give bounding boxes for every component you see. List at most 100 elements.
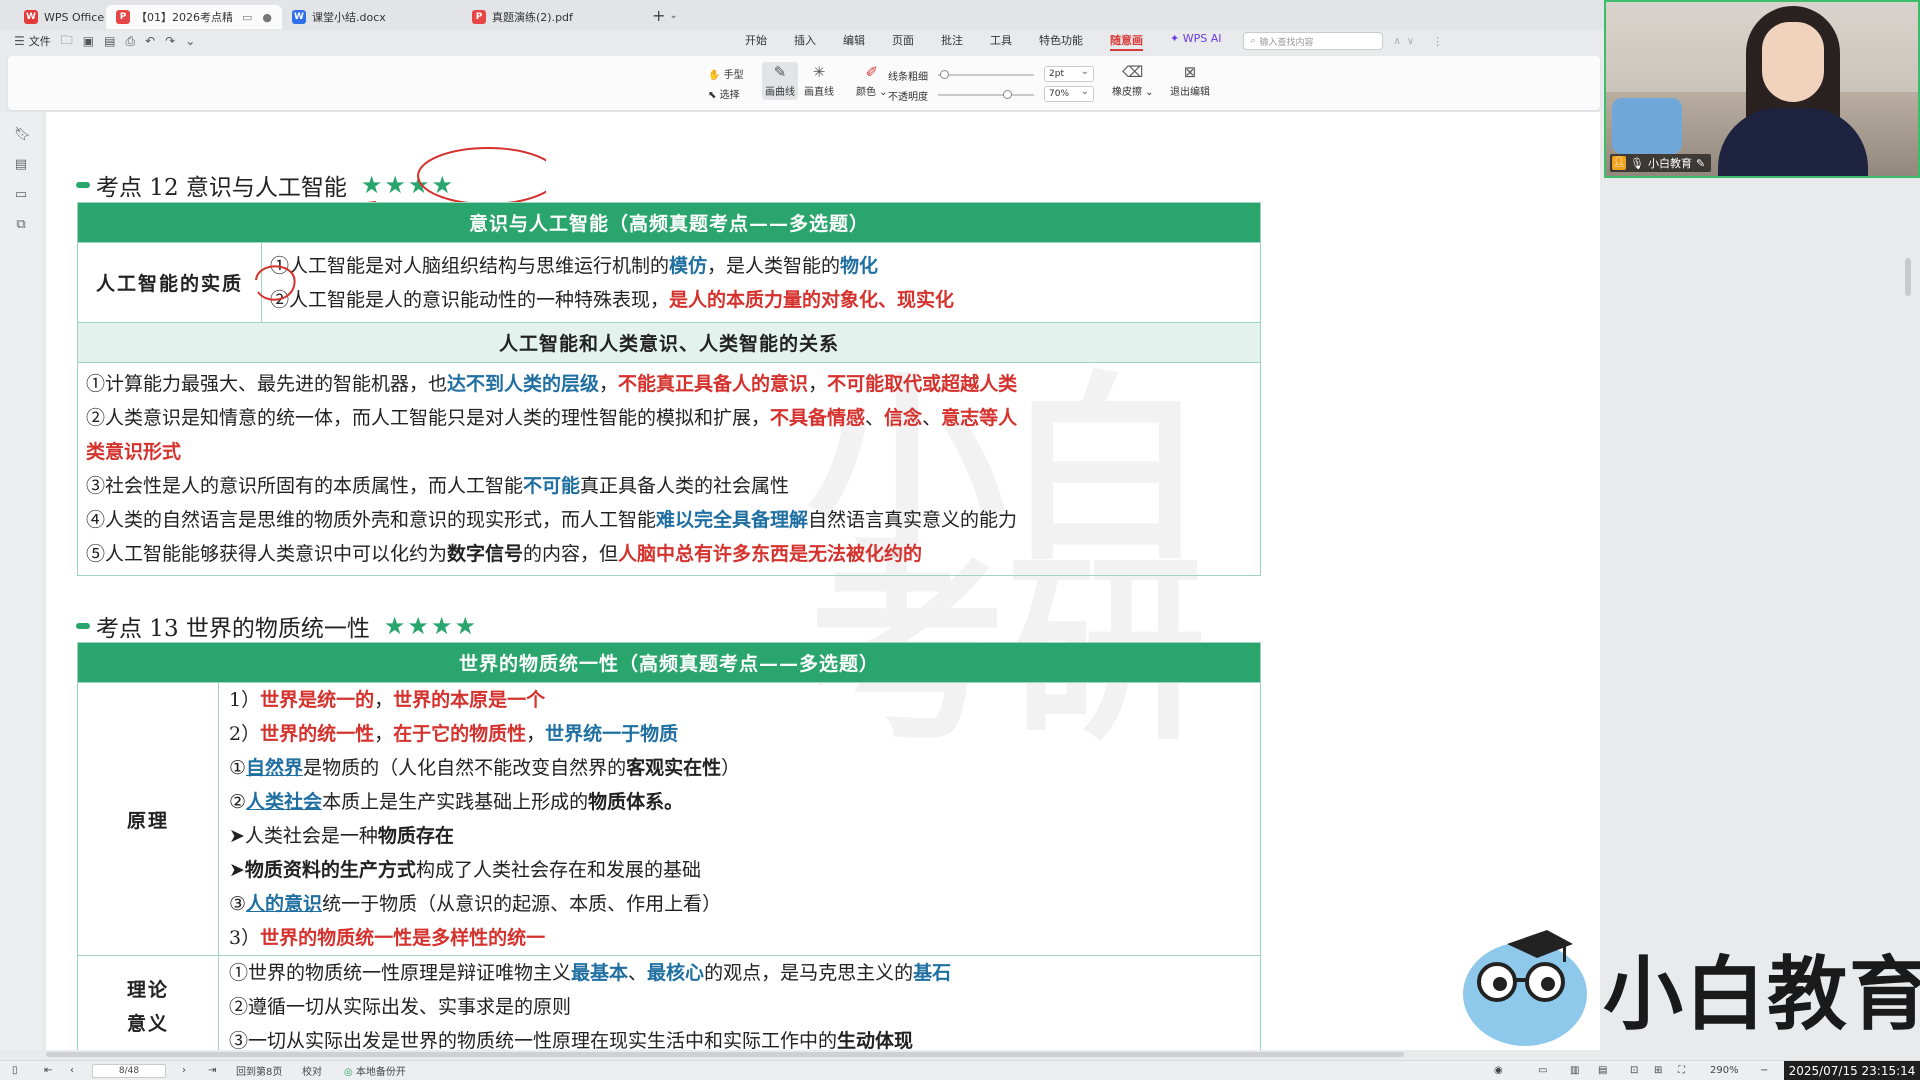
mascot-icon — [1463, 930, 1587, 1046]
webcam-overlay: 👤︎ 🎙︎ 小白教育 ✎ — [1604, 0, 1920, 178]
back-to-page-link[interactable]: 回到第8页 — [236, 1063, 282, 1078]
left-sidebar: 🔖︎ ▤ ▭ ⧉ — [0, 112, 42, 1050]
more-icon[interactable]: ⋮ — [1432, 35, 1443, 48]
principle-line-5: ➤人类社会是一种物质存在 — [229, 819, 1250, 853]
next-page-icon[interactable]: › — [182, 1065, 186, 1076]
hamburger-icon[interactable]: ☰ — [14, 34, 25, 48]
zoom-level[interactable]: 290% — [1710, 1065, 1739, 1076]
draw-curve-button[interactable]: ✎ 画曲线 — [762, 62, 798, 100]
menu-comment[interactable]: 批注 — [941, 32, 963, 51]
thickness-select[interactable]: 2pt — [1044, 65, 1094, 82]
chevron-down-icon[interactable]: ⌄ — [185, 34, 195, 48]
text: ③社会性是人的意识所固有的本质属性，而人工智能 — [86, 475, 524, 497]
text: ➤ — [229, 859, 245, 881]
principle-content: 1）世界是统一的，世界的本原是一个 2）世界的统一性，在于它的物质性，世界统一于… — [218, 682, 1261, 956]
tab-classroom-summary[interactable]: W 课堂小结.docx — [282, 5, 462, 29]
sidebar-toggle-icon[interactable]: ▯ — [12, 1065, 18, 1076]
opacity-knob[interactable] — [1003, 90, 1012, 99]
continuous-icon[interactable]: ▤ — [1598, 1065, 1607, 1076]
menu-page[interactable]: 页面 — [892, 32, 914, 51]
text: ②人工智能是人的意识能动性的一种特殊表现， — [270, 288, 670, 311]
hand-label: 手型 — [723, 70, 744, 81]
principle-line-3: ①自然界是物质的（人化自然不能改变自然界的客观实在性） — [229, 751, 1250, 785]
star-rating: ★★★★ — [383, 612, 478, 640]
text: ② — [229, 791, 247, 813]
backup-check-icon: ◎ — [344, 1067, 353, 1078]
search-placeholder: 输入查找内容 — [1259, 37, 1314, 48]
fit-page-icon[interactable]: ⊞ — [1654, 1065, 1662, 1076]
thumbnail-icon[interactable]: ▤ — [14, 158, 28, 172]
file-menu[interactable]: 文件 — [29, 33, 51, 49]
last-page-icon[interactable]: ⇥ — [208, 1065, 216, 1076]
fit-width-icon[interactable]: ⊡ — [1630, 1065, 1638, 1076]
zoom-out-icon[interactable]: − — [1760, 1065, 1768, 1076]
menu-wps-ai[interactable]: ✦ WPS AI — [1170, 32, 1221, 51]
opacity-slider[interactable] — [938, 90, 1034, 99]
draw-straight-label: 画直线 — [804, 87, 834, 98]
search-input[interactable]: ⌕ 输入查找内容 — [1243, 32, 1384, 50]
print-preview-icon[interactable]: ▤ — [104, 34, 115, 48]
print-icon[interactable]: ⎙ — [125, 34, 135, 49]
thickness-knob[interactable] — [940, 70, 949, 79]
bookmark-icon[interactable]: 🔖︎ — [14, 128, 31, 142]
theory-label-1: 理论 — [126, 979, 169, 1001]
open-folder-icon[interactable]: 🗀 — [61, 31, 73, 52]
prev-page-icon[interactable]: ‹ — [70, 1065, 74, 1076]
menu-home[interactable]: 开始 — [745, 32, 767, 51]
thickness-slider[interactable] — [938, 70, 1034, 79]
undo-icon[interactable]: ↶ — [145, 34, 155, 48]
theory-line-1: ①世界的物质统一性原理是辩证唯物主义最基本、最核心的观点，是马克思主义的基石 — [229, 956, 1250, 990]
double-page-icon[interactable]: ▥ — [1570, 1065, 1579, 1076]
text: 人类社会 — [246, 791, 323, 813]
relation-line-1: ①计算能力最强大、最先进的智能机器，也达不到人类的层级，不能真正具备人的意识，不… — [86, 367, 1252, 401]
tab-wps-office[interactable]: W WPS Office — [14, 5, 106, 29]
add-tab-icon[interactable]: + — [652, 6, 665, 25]
single-page-icon[interactable]: ▭ — [1538, 1065, 1547, 1076]
save-icon[interactable]: ▣ — [83, 34, 94, 48]
text: 3） — [229, 927, 261, 949]
edit-icon: ✎ — [1695, 156, 1706, 170]
select-tool[interactable]: ⬉ 选择 — [708, 86, 740, 101]
exit-edit-button[interactable]: ⊠ 退出编辑 — [1170, 64, 1210, 98]
search-next-icon[interactable]: ∨ — [1407, 36, 1414, 47]
color-label: 颜色 — [856, 87, 876, 98]
proof-button[interactable]: 校对 — [302, 1063, 322, 1078]
text: ➤人类社会是一种 — [229, 825, 378, 847]
redo-icon[interactable]: ↷ — [165, 34, 175, 48]
search-prev-icon[interactable]: ∧ — [1393, 36, 1400, 47]
menu-freehand[interactable]: 随意画 — [1110, 32, 1143, 51]
text: 是物质的（人化自然不能改变自然界的 — [303, 757, 627, 779]
principle-line-1: 1）世界是统一的，世界的本原是一个 — [229, 683, 1250, 717]
menu-insert[interactable]: 插入 — [794, 32, 816, 51]
tab-exam-pdf[interactable]: P 真题演练(2).pdf — [462, 5, 642, 29]
exit-edit-label: 退出编辑 — [1170, 87, 1210, 98]
page-number-input[interactable]: 8/48 — [92, 1063, 166, 1078]
monitor-icon[interactable]: ▭ — [242, 11, 252, 24]
layers-icon[interactable]: ⧉ — [14, 218, 28, 232]
hand-icon: ✋ — [708, 70, 721, 81]
text: ， — [374, 723, 394, 745]
menu-edit[interactable]: 编辑 — [843, 32, 865, 51]
color-button[interactable]: ✐ 颜色 ⌄ — [856, 64, 888, 98]
chevron-down-icon[interactable]: ⌄ — [669, 10, 677, 21]
draw-straight-button[interactable]: ✳ 画直线 — [804, 64, 834, 98]
color-label-wrap: 颜色 ⌄ — [856, 87, 888, 98]
tab-current-doc[interactable]: P 【01】2026考点精练·马原 ▭ ● — [106, 5, 282, 29]
menu-features[interactable]: 特色功能 — [1039, 32, 1083, 51]
comment-icon[interactable]: ▭ — [14, 188, 28, 202]
close-icon[interactable]: ● — [262, 11, 272, 24]
backup-status[interactable]: ◎ 本地备份开 — [344, 1063, 406, 1078]
webcam-name-label: 👤︎ 🎙︎ 小白教育 ✎ — [1610, 154, 1712, 172]
hand-tool[interactable]: ✋ 手型 — [708, 66, 744, 81]
opacity-select[interactable]: 70% — [1044, 85, 1094, 102]
ai-icon: ✦ — [1170, 31, 1180, 45]
horizontal-scrollbar[interactable] — [46, 1052, 1404, 1057]
eraser-button[interactable]: ⌫ 橡皮擦 ⌄ — [1112, 64, 1154, 98]
first-page-icon[interactable]: ⇤ — [44, 1065, 52, 1076]
principle-line-7: ③人的意识统一于物质（从意识的起源、本质、作用上看） — [229, 887, 1250, 921]
eye-icon[interactable]: ◉ — [1494, 1065, 1503, 1076]
document-page: 小白考研 考点 12 意识与人工智能 ★★★★ 意识与人工智能（高频真题考点——… — [46, 112, 1600, 1050]
vertical-scrollbar[interactable] — [1905, 258, 1911, 296]
fullscreen-icon[interactable]: ⛶ — [1678, 1065, 1685, 1076]
menu-tools[interactable]: 工具 — [990, 32, 1012, 51]
